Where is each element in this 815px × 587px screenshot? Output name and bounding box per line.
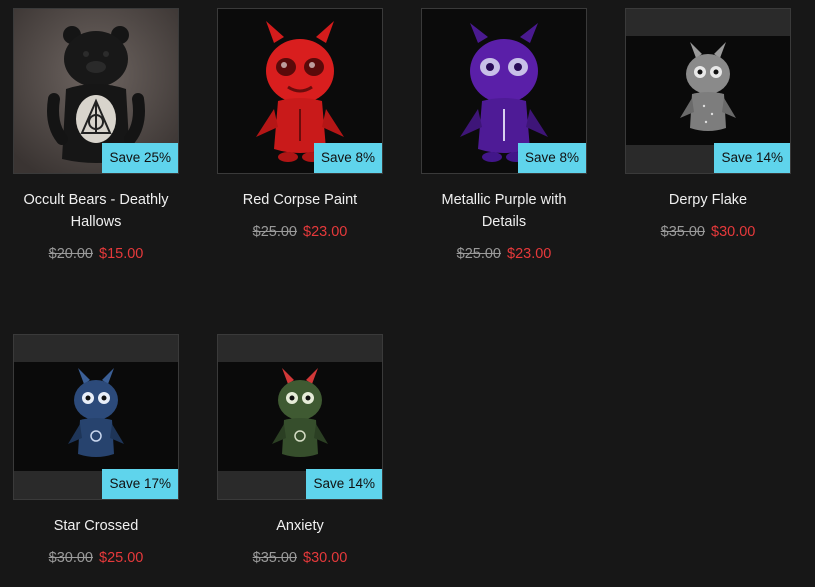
discount-badge: Save 14%	[714, 143, 790, 173]
price-row: $25.00 $23.00	[421, 246, 587, 262]
product-card[interactable]: Save 14% Anxiety $35.00 $30.00	[217, 334, 383, 566]
product-image-frame[interactable]: Save 8%	[421, 8, 587, 174]
sale-price: $30.00	[711, 224, 756, 240]
product-image-frame[interactable]: Save 17%	[13, 334, 179, 500]
product-title[interactable]: Metallic Purple with Details	[421, 189, 587, 233]
sale-price: $15.00	[99, 246, 144, 262]
product-image-frame[interactable]: Save 8%	[217, 8, 383, 174]
product-title[interactable]: Occult Bears - Deathly Hallows	[13, 189, 179, 233]
discount-badge: Save 14%	[306, 469, 382, 499]
original-price: $35.00	[660, 224, 705, 240]
price-row: $20.00 $15.00	[13, 246, 179, 262]
product-card[interactable]: Save 8% Red Corpse Paint $25.00 $23.00	[217, 8, 383, 240]
sale-price: $23.00	[303, 224, 348, 240]
product-card[interactable]: Save 17% Star Crossed $30.00 $25.00	[13, 334, 179, 566]
sale-price: $25.00	[99, 550, 144, 566]
price-row: $25.00 $23.00	[217, 224, 383, 240]
price-row: $35.00 $30.00	[217, 550, 383, 566]
discount-badge: Save 25%	[102, 143, 178, 173]
price-row: $30.00 $25.00	[13, 550, 179, 566]
product-photo[interactable]	[626, 36, 790, 145]
product-title[interactable]: Star Crossed	[13, 515, 179, 537]
product-photo[interactable]	[14, 362, 178, 471]
product-image-frame[interactable]: Save 14%	[217, 334, 383, 500]
product-title[interactable]: Red Corpse Paint	[217, 189, 383, 211]
original-price: $25.00	[252, 224, 297, 240]
original-price: $20.00	[48, 246, 93, 262]
product-image-frame[interactable]: Save 25%	[13, 8, 179, 174]
original-price: $30.00	[48, 550, 93, 566]
discount-badge: Save 8%	[313, 143, 382, 173]
product-image-frame[interactable]: Save 14%	[625, 8, 791, 174]
sale-price: $30.00	[303, 550, 348, 566]
product-card[interactable]: Save 8% Metallic Purple with Details $25…	[421, 8, 587, 262]
product-grid: Save 25% Occult Bears - Deathly Hallows …	[0, 0, 815, 587]
discount-badge: Save 17%	[102, 469, 178, 499]
discount-badge: Save 8%	[517, 143, 586, 173]
sale-price: $23.00	[507, 246, 552, 262]
product-card[interactable]: Save 14% Derpy Flake $35.00 $30.00	[625, 8, 791, 240]
product-title[interactable]: Derpy Flake	[625, 189, 791, 211]
product-title[interactable]: Anxiety	[217, 515, 383, 537]
product-card[interactable]: Save 25% Occult Bears - Deathly Hallows …	[13, 8, 179, 262]
original-price: $35.00	[252, 550, 297, 566]
price-row: $35.00 $30.00	[625, 224, 791, 240]
original-price: $25.00	[456, 246, 501, 262]
product-photo[interactable]	[218, 362, 382, 471]
